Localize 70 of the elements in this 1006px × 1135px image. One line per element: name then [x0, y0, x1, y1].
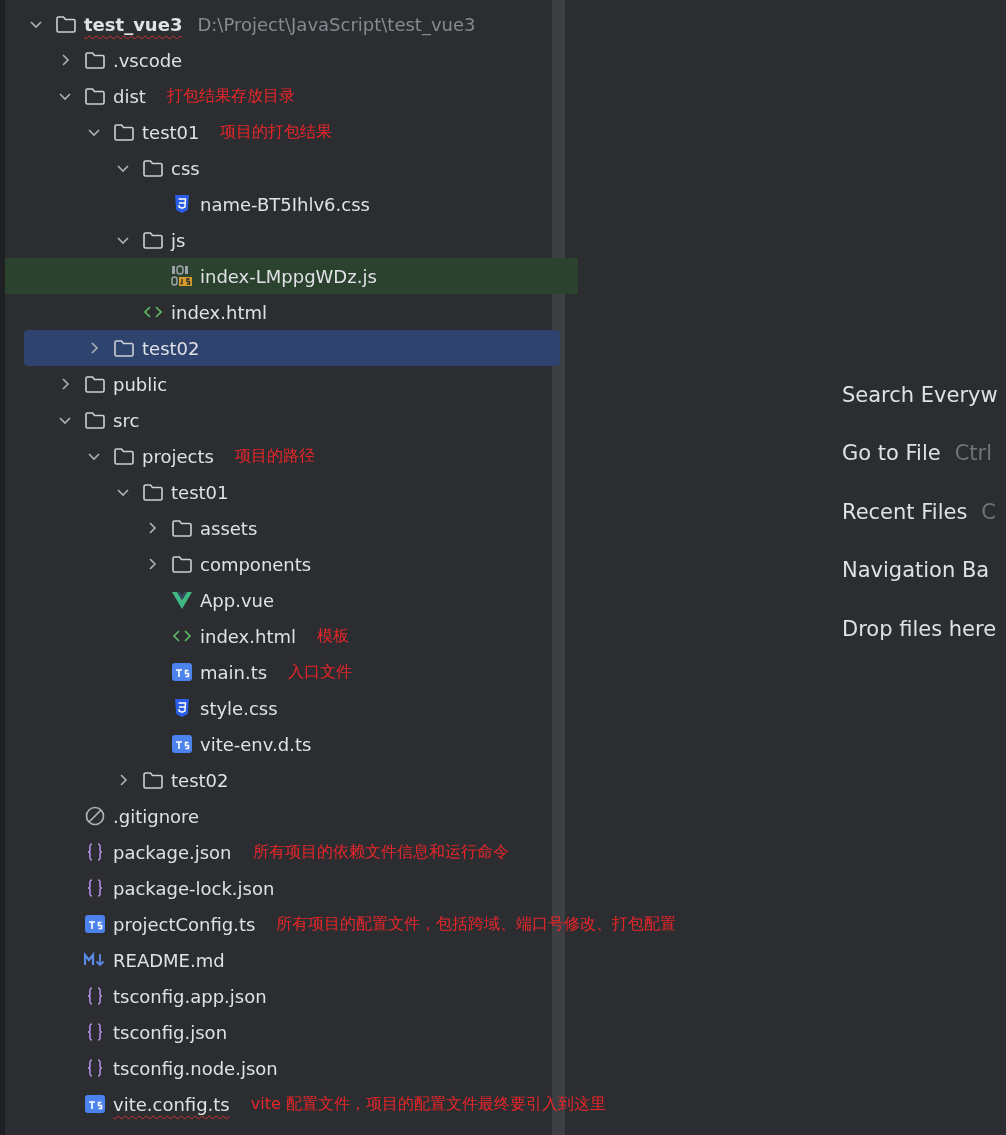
editor-hint: Go to File — [842, 440, 941, 467]
file-name: css — [171, 156, 200, 181]
folder-icon — [113, 445, 135, 467]
file-name: test02 — [171, 768, 229, 793]
file-name: package-lock.json — [113, 876, 275, 901]
annotation-text: 入口文件 — [288, 661, 353, 683]
circle-slash-icon — [84, 805, 106, 827]
folder-icon — [113, 337, 135, 359]
file-name: assets — [200, 516, 258, 541]
ts-file-icon — [171, 661, 193, 683]
folder-icon — [142, 157, 164, 179]
file-name: js — [171, 228, 186, 253]
file-name: tsconfig.node.json — [113, 1056, 278, 1081]
file-name: .gitignore — [113, 804, 200, 829]
file-name: projectConfig.ts — [113, 912, 256, 937]
ts-file-icon — [171, 733, 193, 755]
file-name: dist — [113, 84, 146, 109]
annotation-text: 项目的打包结果 — [220, 121, 333, 143]
folder-icon — [171, 517, 193, 539]
editor-hint: Drop files here — [842, 615, 997, 643]
folder-icon — [171, 553, 193, 575]
folder-icon — [142, 769, 164, 791]
shortcut-text: C — [981, 498, 996, 526]
folder-icon — [142, 481, 164, 503]
file-name: vite.config.ts — [113, 1092, 230, 1117]
file-name: tsconfig.json — [113, 1020, 228, 1045]
ts-file-icon — [84, 1093, 106, 1115]
row-highlight[interactable] — [5, 258, 578, 294]
file-name: README.md — [113, 948, 225, 973]
folder-icon — [113, 121, 135, 143]
ts-file-icon — [84, 913, 106, 935]
annotation-text: 所有项目的依赖文件信息和运行命令 — [252, 841, 509, 863]
file-name: package.json — [113, 840, 232, 865]
file-name: style.css — [200, 696, 278, 721]
project-path: D:\Project\JavaScript\test_vue3 — [197, 12, 476, 38]
annotation-text: 模板 — [316, 625, 349, 647]
editor-hint: Search Everyw — [842, 381, 998, 409]
file-name: .vscode — [113, 48, 183, 73]
file-name: tsconfig.app.json — [113, 984, 267, 1009]
selected-row-highlight[interactable] — [24, 330, 560, 366]
file-name: test02 — [142, 336, 200, 361]
annotation-text: vite 配置文件，项目的配置文件最终要引入到这里 — [250, 1093, 606, 1115]
annotation-text: 打包结果存放目录 — [166, 85, 295, 107]
file-name: projects — [142, 444, 214, 469]
file-name: src — [113, 408, 140, 433]
folder-icon — [84, 409, 106, 431]
folder-icon — [84, 85, 106, 107]
editor-hint: Navigation Ba — [842, 557, 990, 584]
file-name: index.html — [200, 624, 296, 649]
file-name: vite-env.d.ts — [200, 732, 312, 757]
file-name: index-LMppgWDz.js — [200, 264, 377, 289]
file-name: test01 — [171, 480, 229, 505]
project-name: test_vue3 — [84, 12, 183, 37]
annotation-text: 项目的路径 — [234, 445, 315, 467]
shortcut-text: Ctrl — [954, 440, 993, 467]
file-name: App.vue — [200, 588, 275, 613]
editor-hint: Recent Files — [842, 498, 968, 526]
file-name: main.ts — [200, 660, 268, 685]
file-name: test01 — [142, 120, 200, 145]
file-name: index.html — [171, 300, 267, 325]
folder-icon — [142, 229, 164, 251]
file-name: components — [200, 552, 312, 577]
js-file-icon — [171, 265, 193, 287]
folder-icon — [84, 49, 106, 71]
folder-icon — [55, 13, 77, 35]
file-name: public — [113, 372, 168, 397]
v-logo-icon — [171, 589, 193, 611]
file-name: name-BT5Ihlv6.css — [200, 192, 370, 217]
annotation-text: 所有项目的配置文件，包括跨域、端口号修改、打包配置 — [276, 913, 677, 935]
folder-icon — [84, 373, 106, 395]
